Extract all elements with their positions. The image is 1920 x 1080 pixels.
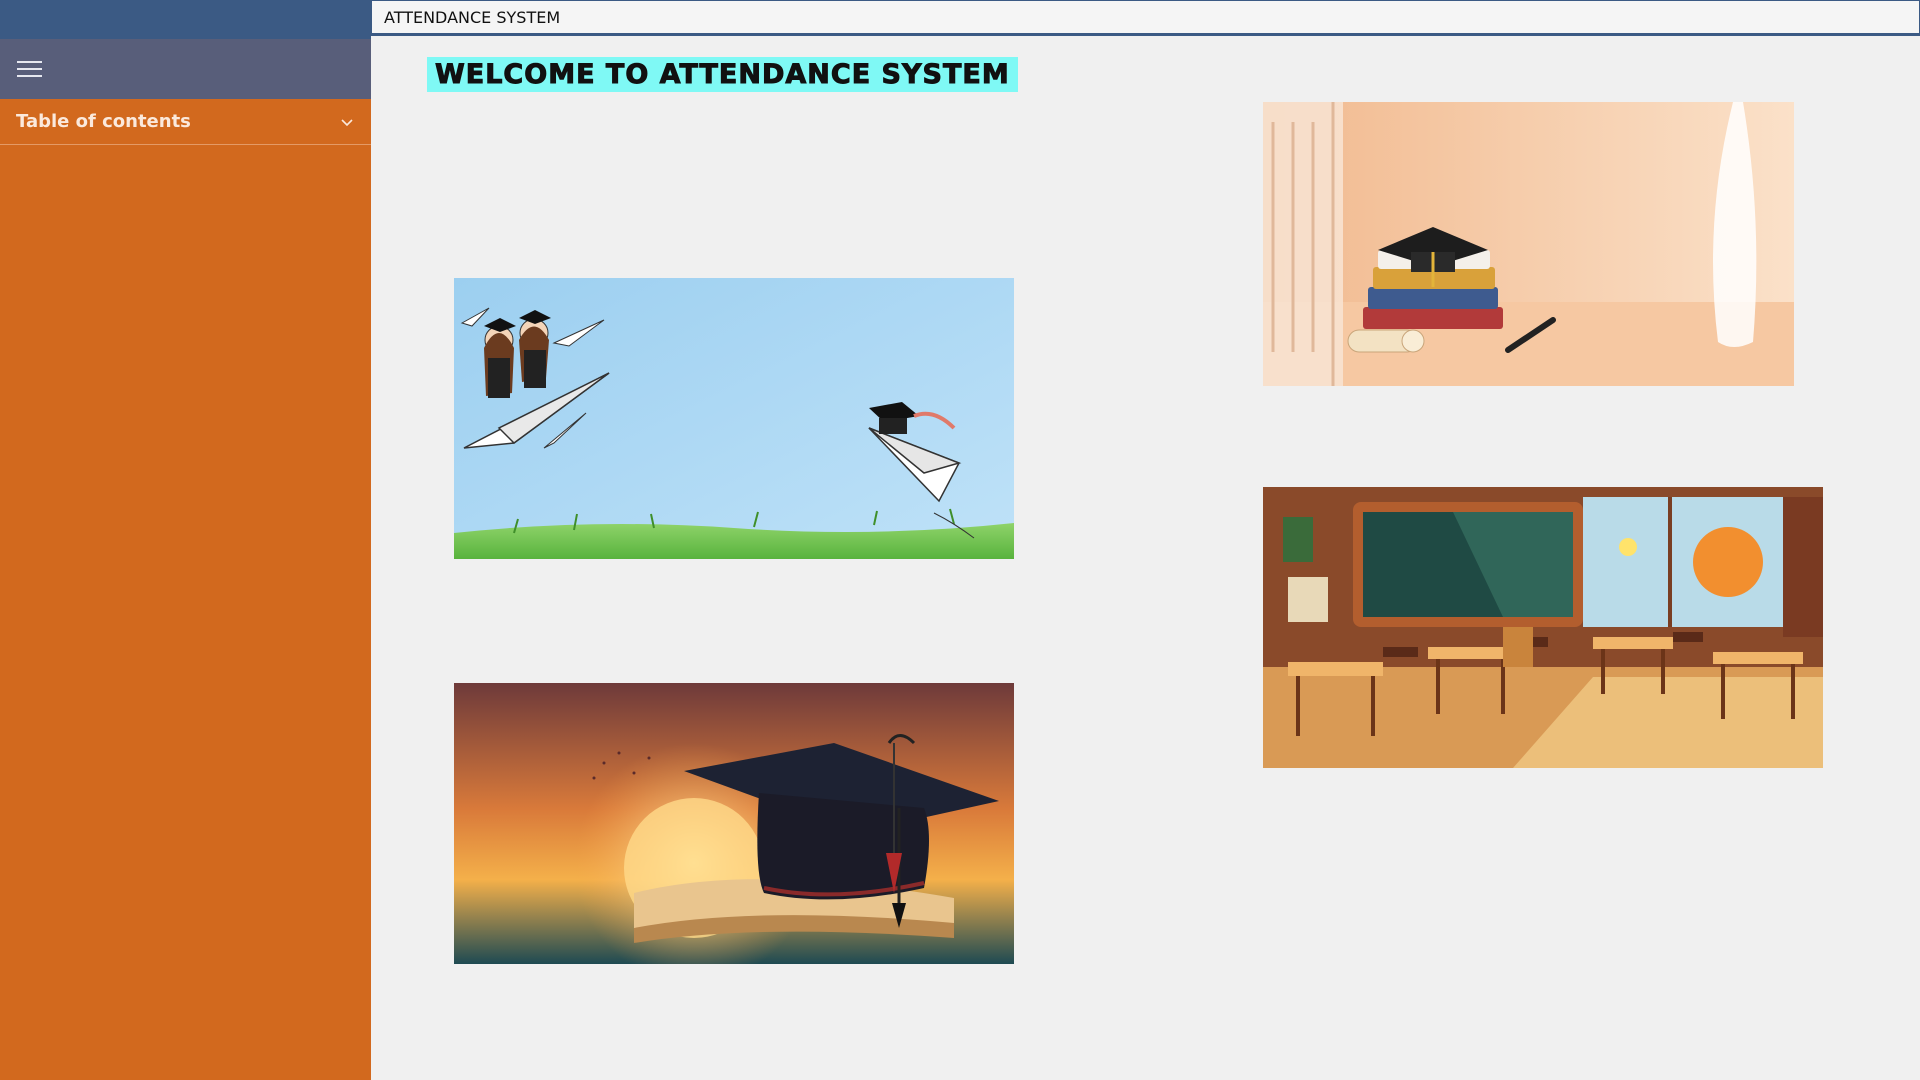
sidebar-header [0,0,371,39]
menu-button[interactable] [0,39,371,99]
chevron-down-icon [340,115,354,129]
sunset-graduation-cap-image [454,683,1014,964]
books-graduation-cap-image [1263,102,1794,386]
table-of-contents[interactable]: Table of contents [0,99,371,145]
heading-text: WELCOME TO ATTENDANCE SYSTEM [435,59,1010,91]
title-bar: ATTENDANCE SYSTEM [371,0,1920,36]
hamburger-icon [17,61,42,77]
graduates-paper-plane-image [454,278,1014,559]
toc-label: Table of contents [16,111,191,132]
sidebar: Table of contents [0,0,371,1080]
page-heading: WELCOME TO ATTENDANCE SYSTEM [427,57,1018,92]
classroom-image [1263,487,1823,768]
window-title: ATTENDANCE SYSTEM [384,7,561,27]
